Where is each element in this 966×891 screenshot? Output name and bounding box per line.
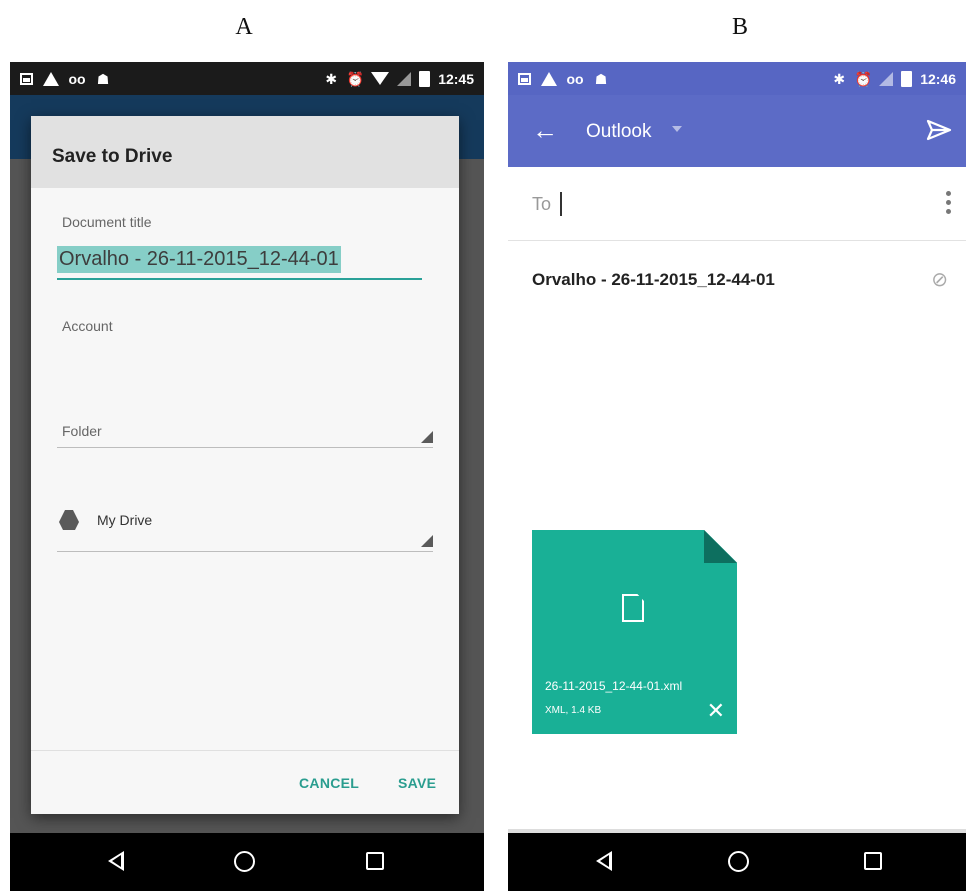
warning-icon	[43, 71, 59, 86]
file-icon	[622, 594, 644, 622]
back-nav-icon[interactable]	[108, 851, 124, 871]
cancel-button[interactable]: CANCEL	[299, 775, 359, 791]
save-to-drive-dialog: Save to Drive Document title Orvalho - 2…	[31, 116, 459, 814]
document-title-selected-text[interactable]: Orvalho - 26-11-2015_12-44-01	[57, 246, 341, 273]
status-bar: oo ☗ ✱ ⏰ 12:46	[508, 62, 966, 95]
alarm-icon: ⏰	[854, 70, 872, 87]
image-notification-icon	[20, 72, 33, 85]
text-cursor	[560, 192, 562, 216]
warning-icon	[541, 71, 557, 86]
file-fold-corner	[704, 530, 737, 563]
compose-app-bar: ← Outlook	[508, 95, 966, 167]
more-options-icon[interactable]	[946, 191, 952, 217]
dialog-title: Save to Drive	[52, 146, 173, 167]
battery-icon	[901, 70, 913, 87]
home-nav-icon[interactable]	[728, 851, 749, 872]
attachment-clip-icon[interactable]: ⊘	[931, 267, 948, 292]
status-bar: oo ☗ ✱ ⏰ 12:45	[10, 62, 484, 95]
panel-label-b: B	[731, 14, 748, 40]
alarm-icon: ⏰	[346, 70, 364, 87]
android-icon: ☗	[96, 70, 110, 87]
wifi-icon	[371, 72, 390, 85]
folder-value: My Drive	[97, 512, 153, 528]
dialog-header: Save to Drive	[31, 116, 459, 188]
document-title-label: Document title	[62, 214, 152, 230]
navigation-bar	[10, 833, 484, 891]
status-time: 12:46	[920, 70, 956, 87]
bluetooth-icon: ✱	[325, 70, 338, 87]
battery-icon	[419, 70, 431, 87]
bluetooth-icon: ✱	[833, 70, 846, 87]
panel-label-a: A	[235, 14, 253, 40]
dropdown-arrow-icon	[421, 431, 433, 443]
folder-dropdown[interactable]: My Drive	[57, 510, 433, 552]
back-arrow-icon[interactable]: ←	[532, 117, 558, 143]
google-drive-icon	[59, 510, 79, 530]
attachment-file-name: 26-11-2015_12-44-01.xml	[545, 679, 683, 693]
chevron-down-icon[interactable]	[672, 126, 682, 132]
recents-nav-icon[interactable]	[366, 852, 384, 870]
back-nav-icon[interactable]	[596, 851, 612, 871]
dialog-footer: CANCEL SAVE	[31, 750, 459, 814]
remove-attachment-icon[interactable]: ✕	[707, 700, 725, 722]
account-label: Account	[62, 318, 113, 334]
voicemail-icon: oo	[68, 70, 86, 87]
home-nav-icon[interactable]	[234, 851, 255, 872]
signal-icon	[397, 71, 412, 86]
subject-text[interactable]: Orvalho - 26-11-2015_12-44-01	[532, 270, 775, 290]
dropdown-arrow-icon	[421, 535, 433, 547]
attachment-file-meta: XML, 1.4 KB	[545, 705, 602, 716]
android-icon: ☗	[594, 70, 608, 87]
phone-a-screen: oo ☗ ✱ ⏰ 12:45 Save to Drive Document ti…	[10, 62, 484, 891]
status-time: 12:45	[438, 70, 474, 87]
account-dropdown[interactable]	[57, 420, 433, 448]
send-icon[interactable]	[926, 119, 952, 141]
phone-b-screen: oo ☗ ✱ ⏰ 12:46 ← Outlook To Orvalho - 26…	[508, 62, 966, 891]
save-button[interactable]: SAVE	[398, 775, 436, 791]
recipient-row[interactable]: To	[508, 167, 966, 241]
account-selector[interactable]: Outlook	[586, 121, 651, 143]
folder-label: Folder	[62, 423, 102, 439]
navigation-bar	[508, 833, 966, 891]
voicemail-icon: oo	[566, 70, 584, 87]
to-label: To	[532, 194, 552, 214]
image-notification-icon	[518, 72, 531, 85]
recents-nav-icon[interactable]	[864, 852, 882, 870]
signal-icon	[879, 71, 894, 86]
